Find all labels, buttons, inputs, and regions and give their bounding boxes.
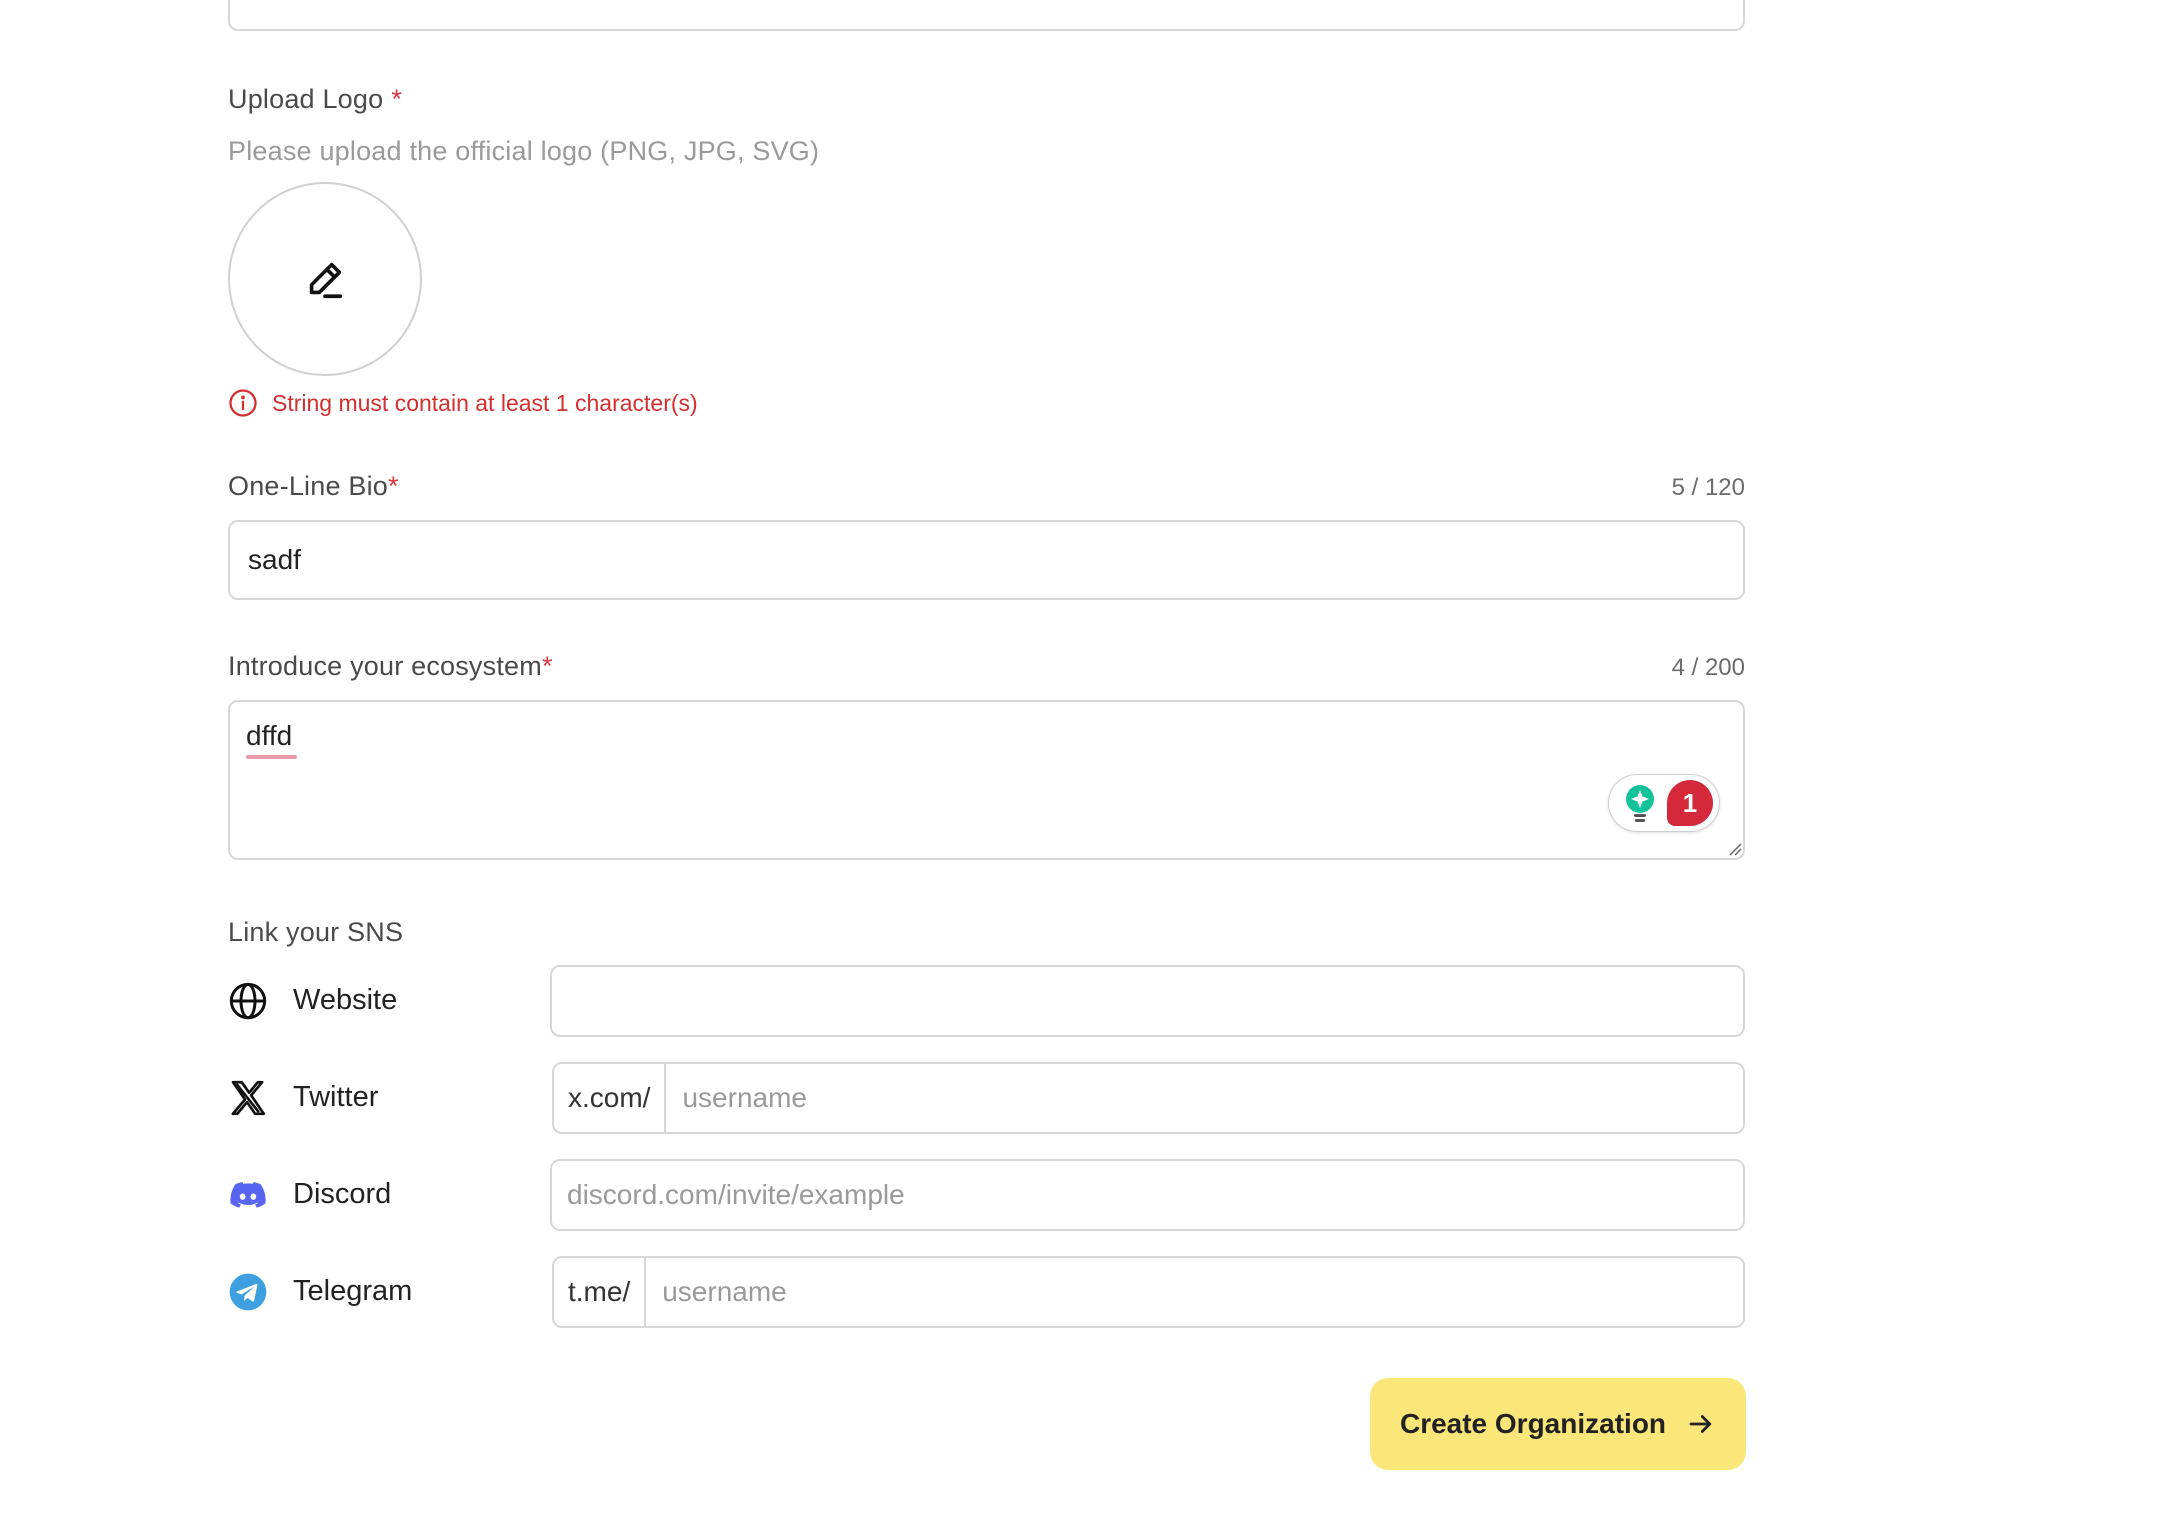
bio-label-text: One-Line Bio [228, 471, 388, 501]
required-mark: * [541, 651, 553, 681]
resize-handle-icon[interactable] [1728, 842, 1742, 856]
ecosystem-textarea-value: dffd [246, 720, 293, 751]
create-organization-label: Create Organization [1399, 1408, 1667, 1439]
upload-logo-label: Upload Logo * [228, 84, 402, 115]
lightbulb-icon [1626, 785, 1654, 822]
info-circle-icon [229, 389, 257, 417]
discord-input[interactable] [550, 1159, 1745, 1231]
arrow-right-icon [1689, 1415, 1712, 1433]
logo-error-text: String must contain at least 1 character… [272, 389, 698, 416]
website-input[interactable] [550, 965, 1745, 1037]
previous-input-field[interactable] [228, 0, 1745, 31]
assistant-issue-badge[interactable]: 1 [1667, 780, 1713, 826]
twitter-input-group: x.com/ [552, 1062, 1745, 1134]
twitter-prefix: x.com/ [554, 1064, 667, 1132]
bio-label: One-Line Bio* [228, 471, 399, 502]
discord-label: Discord [293, 1178, 392, 1210]
create-organization-form: Upload Logo * Please upload the official … [0, 0, 2176, 1536]
telegram-username-input[interactable] [646, 1258, 1743, 1326]
twitter-username-input[interactable] [666, 1064, 1743, 1132]
telegram-label: Telegram [293, 1275, 413, 1307]
telegram-icon [229, 1273, 267, 1311]
spellcheck-underline [246, 755, 297, 759]
required-mark: * [391, 84, 403, 114]
sns-section-label: Link your SNS [228, 917, 404, 947]
ecosystem-char-counter: 4 / 200 [1671, 654, 1745, 681]
upload-logo-hint: Please upload the official logo (PNG, JP… [228, 136, 820, 166]
pencil-icon [309, 262, 343, 299]
bio-input[interactable] [228, 520, 1745, 600]
logo-error-message: String must contain at least 1 character… [228, 387, 698, 419]
upload-logo-label-text: Upload Logo [228, 84, 384, 114]
ecosystem-label: Introduce your ecosystem* [228, 651, 553, 682]
logo-upload-button[interactable] [228, 182, 422, 376]
twitter-label: Twitter [293, 1081, 379, 1113]
telegram-input-group: t.me/ [552, 1256, 1745, 1328]
create-organization-button[interactable]: Create Organization [1370, 1378, 1746, 1470]
ecosystem-label-text: Introduce your ecosystem [228, 651, 542, 681]
bio-char-counter: 5 / 120 [1671, 474, 1745, 501]
telegram-prefix: t.me/ [554, 1258, 647, 1326]
required-mark: * [388, 471, 399, 501]
writing-assistant-widget[interactable]: 1 [1608, 774, 1720, 832]
ecosystem-textarea[interactable] [228, 700, 1745, 860]
globe-icon [229, 982, 267, 1020]
x-logo-icon [231, 1080, 266, 1116]
discord-icon [230, 1182, 266, 1208]
website-label: Website [293, 984, 398, 1016]
